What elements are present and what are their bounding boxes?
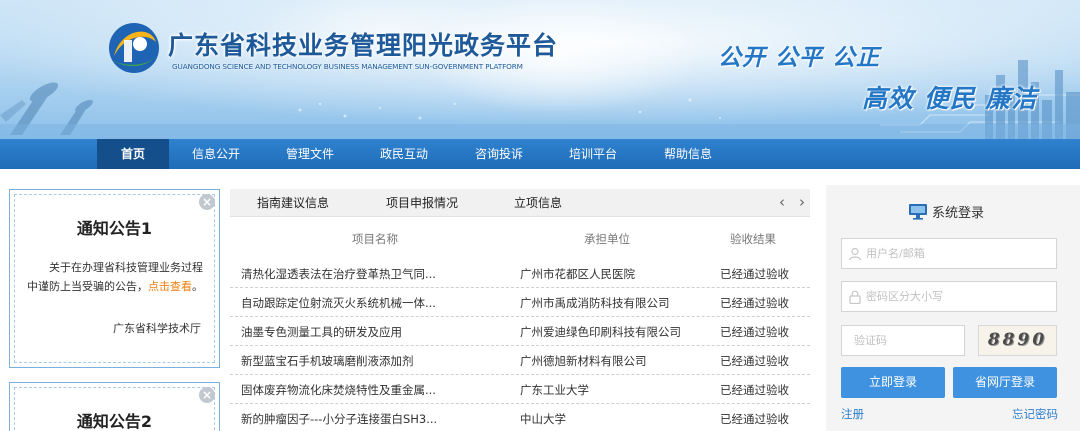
- nav-item-interaction[interactable]: 政民互动: [368, 139, 440, 169]
- captcha-input[interactable]: [842, 326, 964, 355]
- unit-cell: 广州市花都区人民医院: [520, 267, 635, 281]
- project-name-cell[interactable]: 油墨专色测量工具的研发及应用: [241, 324, 503, 340]
- notice-title: 通知公告1: [76, 219, 153, 238]
- banner-background: [0, 0, 1080, 139]
- header-banner: 广东省科技业务管理阳光政务平台 GUANGDONG SCIENCE AND TE…: [0, 0, 1080, 139]
- project-tabs: 指南建议信息 项目申报情况 立项信息 ‹ ›: [230, 189, 810, 217]
- notice-card-1: × 通知公告1 关于在办理省科技管理业务过程中谨防上当受骗的公告，点击查看。 广…: [9, 189, 220, 368]
- unit-cell: 广东工业大学: [520, 383, 589, 397]
- slogan-line-1: 公开 公平 公正: [718, 44, 881, 71]
- monitor-icon: [909, 204, 927, 220]
- notice-signature: 广东省科学技术厅: [113, 322, 201, 335]
- notice-card-2: × 通知公告2: [9, 382, 220, 431]
- unit-cell: 广州德旭新材料有限公司: [520, 354, 647, 368]
- table-row[interactable]: 新的肿瘤因子---小分子连接蛋白SH3... 中山大学 已经通过验收: [230, 404, 810, 431]
- site-title: 广东省科技业务管理阳光政务平台: [168, 31, 559, 60]
- project-name-cell[interactable]: 新的肿瘤因子---小分子连接蛋白SH3...: [241, 411, 503, 427]
- notice-body: 关于在办理省科技管理业务过程中谨防上当受骗的公告，点击查看。: [27, 258, 212, 296]
- unit-cell: 广州爱迪绿色印刷科技有限公司: [520, 325, 681, 339]
- notice-view-link[interactable]: 点击查看: [148, 280, 192, 293]
- project-name-cell[interactable]: 新型蓝宝石手机玻璃磨削液添加剂: [241, 353, 503, 369]
- table-row[interactable]: 固体废弃物流化床焚烧特性及重金属... 广东工业大学 已经通过验收: [230, 375, 810, 404]
- result-cell: 已经通过验收: [720, 383, 789, 397]
- tab-project-applications[interactable]: 项目申报情况: [386, 189, 458, 217]
- platform-logo-icon: [109, 23, 159, 73]
- password-field[interactable]: [841, 281, 1057, 312]
- notice-body-suffix: 。: [192, 280, 203, 293]
- nav-item-consult-complaint[interactable]: 咨询投诉: [463, 139, 535, 169]
- hall-login-button[interactable]: 省网厅登录: [953, 367, 1057, 398]
- close-icon[interactable]: ×: [199, 194, 215, 210]
- register-link[interactable]: 注册: [841, 406, 864, 422]
- username-input[interactable]: [842, 239, 1056, 268]
- username-field[interactable]: [841, 238, 1057, 269]
- login-title: 系统登录: [932, 206, 985, 221]
- chevron-left-icon[interactable]: ‹: [779, 189, 785, 217]
- table-row[interactable]: 清热化湿透表法在治疗登革热卫气同... 广州市花都区人民医院 已经通过验收: [230, 259, 810, 288]
- table-row[interactable]: 自动跟踪定位射流灭火系统机械一体... 广州市禹成消防科技有限公司 已经通过验收: [230, 288, 810, 317]
- unit-cell: 中山大学: [520, 412, 566, 426]
- project-name-cell[interactable]: 清热化湿透表法在治疗登革热卫气同...: [241, 266, 503, 282]
- forgot-password-link[interactable]: 忘记密码: [1012, 406, 1058, 422]
- nav-item-home[interactable]: 首页: [97, 139, 169, 169]
- table-row[interactable]: 油墨专色测量工具的研发及应用 广州爱迪绿色印刷科技有限公司 已经通过验收: [230, 317, 810, 346]
- login-button[interactable]: 立即登录: [841, 367, 945, 398]
- captcha-field[interactable]: [841, 325, 965, 356]
- site-subtitle: GUANGDONG SCIENCE AND TECHNOLOGY BUSINES…: [172, 62, 523, 71]
- login-heading: 系统登录: [908, 202, 984, 221]
- column-header-unit: 承担单位: [584, 232, 630, 246]
- result-cell: 已经通过验收: [720, 296, 789, 310]
- project-name-cell[interactable]: 自动跟踪定位射流灭火系统机械一体...: [241, 295, 503, 311]
- unit-cell: 广州市禹成消防科技有限公司: [520, 296, 670, 310]
- main-nav: 首页 信息公开 管理文件 政民互动 咨询投诉 培训平台 帮助信息: [0, 139, 1080, 169]
- slogan-line-2: 高效 便民 廉洁: [862, 84, 1038, 113]
- tab-guide-suggestions[interactable]: 指南建议信息: [257, 189, 329, 217]
- tab-approved-projects[interactable]: 立项信息: [514, 189, 562, 217]
- result-cell: 已经通过验收: [720, 325, 789, 339]
- nav-item-training[interactable]: 培训平台: [557, 139, 629, 169]
- table-row[interactable]: 新型蓝宝石手机玻璃磨削液添加剂 广州德旭新材料有限公司 已经通过验收: [230, 346, 810, 375]
- project-name-cell[interactable]: 固体废弃物流化床焚烧特性及重金属...: [241, 382, 503, 398]
- close-icon[interactable]: ×: [199, 387, 215, 403]
- column-header-project-name: 项目名称: [352, 232, 398, 246]
- column-header-result: 验收结果: [730, 232, 776, 246]
- result-cell: 已经通过验收: [720, 267, 789, 281]
- result-cell: 已经通过验收: [720, 354, 789, 368]
- chevron-right-icon[interactable]: ›: [799, 189, 805, 217]
- notice-title: 通知公告2: [76, 412, 153, 431]
- nav-item-management-docs[interactable]: 管理文件: [274, 139, 346, 169]
- captcha-image[interactable]: 8890: [978, 325, 1057, 356]
- password-input[interactable]: [842, 282, 1056, 311]
- nav-item-help[interactable]: 帮助信息: [652, 139, 724, 169]
- result-cell: 已经通过验收: [720, 412, 789, 426]
- nav-item-info-public[interactable]: 信息公开: [180, 139, 252, 169]
